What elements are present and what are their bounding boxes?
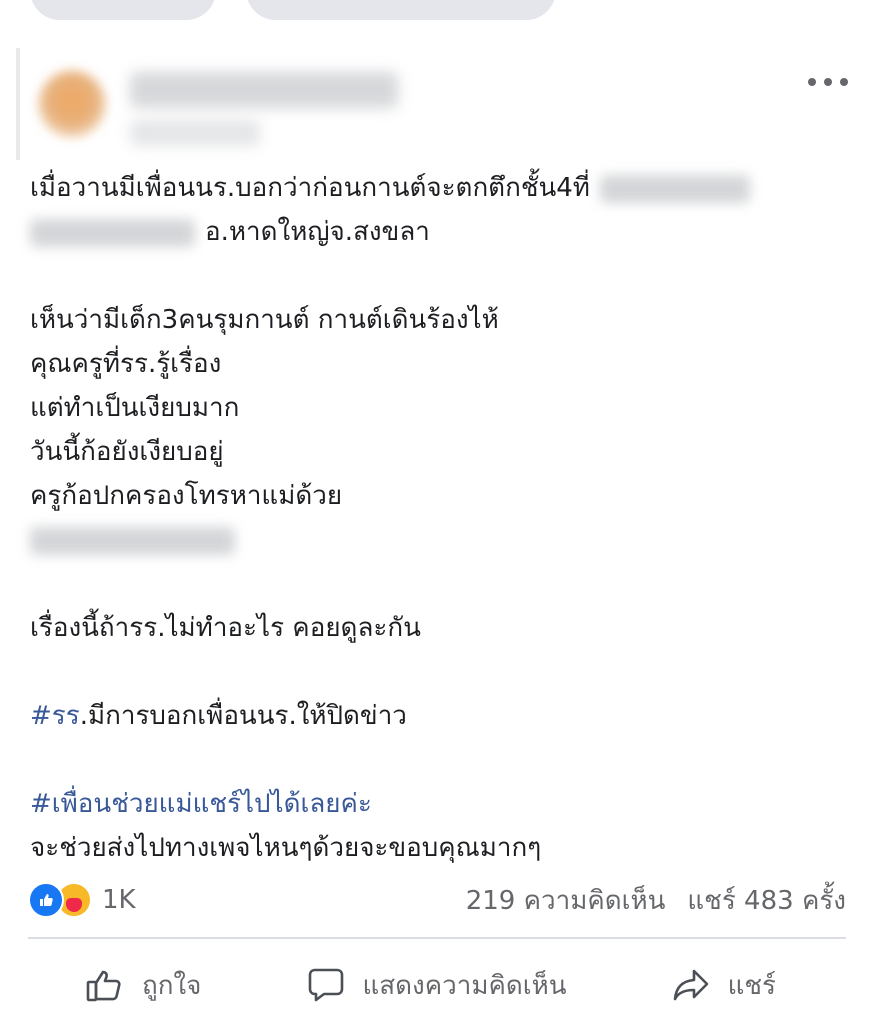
post-text: เมื่อวานมีเพื่อนนร.บอกว่าก่อนกานต์จะตกตึ… bbox=[30, 166, 850, 870]
action-bar: ถูกใจ แสดงความคิดเห็น แชร์ bbox=[28, 955, 846, 1015]
post-line: เรื่องนี้ถ้ารร.ไม่ทำอะไร คอยดูละกัน bbox=[30, 613, 421, 643]
like-label: ถูกใจ bbox=[142, 970, 202, 1001]
comment-label: แสดงความคิดเห็น bbox=[362, 970, 567, 1001]
post-line: แต่ทำเป็นเงียบมาก bbox=[30, 393, 240, 423]
like-button[interactable]: ถูกใจ bbox=[28, 965, 241, 1006]
post-line: เห็นว่ามีเด็ก3คนรุมกานต์ กานต์เดินร้องไห… bbox=[30, 305, 499, 335]
share-count[interactable]: แชร์ 483 ครั้ง bbox=[687, 880, 846, 921]
post-line: จะช่วยส่งไปทางเพจไหนๆด้วยจะขอบคุณมากๆ bbox=[30, 833, 542, 863]
post-line: #รร.มีการบอกเพื่อนนร.ให้ปิดข่าว bbox=[30, 701, 407, 731]
share-label: แชร์ bbox=[727, 970, 776, 1001]
share-arrow-icon bbox=[672, 967, 710, 1003]
redacted-text bbox=[599, 174, 750, 203]
hashtag-link[interactable]: #รร bbox=[30, 701, 80, 731]
post-stats: 1K 219 ความคิดเห็น แชร์ 483 ครั้ง bbox=[28, 880, 846, 920]
post-line: คุณครูที่รร.รู้เรื่อง bbox=[30, 349, 222, 379]
reaction-count: 1K bbox=[102, 885, 136, 915]
post-line: วันนี้ก้อยังเงียบอยู่ bbox=[30, 437, 224, 467]
top-pill-right[interactable] bbox=[246, 0, 556, 20]
redacted-text bbox=[30, 218, 195, 247]
header-rule bbox=[16, 48, 20, 160]
post-line bbox=[30, 518, 850, 562]
comment-bubble-icon bbox=[307, 967, 345, 1003]
avatar[interactable] bbox=[38, 70, 106, 138]
top-pill-left[interactable] bbox=[30, 0, 216, 20]
divider bbox=[28, 937, 846, 939]
post-meta-redacted bbox=[130, 120, 260, 146]
post-line: ครูก้อปกครองโทรหาแม่ด้วย bbox=[30, 481, 343, 511]
comment-button[interactable]: แสดงความคิดเห็น bbox=[267, 965, 607, 1006]
share-button[interactable]: แชร์ bbox=[632, 965, 846, 1006]
thumbs-up-icon bbox=[86, 967, 124, 1003]
hashtag-link[interactable]: #เพื่อนช่วยแม่แชร์ไปได้เลยค่ะ bbox=[30, 789, 372, 819]
post-line: เมื่อวานมีเพื่อนนร.บอกว่าก่อนกานต์จะตกตึ… bbox=[30, 166, 850, 210]
author-name-redacted[interactable] bbox=[130, 72, 398, 108]
reactions-summary[interactable]: 1K bbox=[28, 882, 136, 918]
redacted-text bbox=[30, 526, 235, 555]
more-options-icon[interactable] bbox=[808, 72, 848, 92]
post-line: อ.หาดใหญ่จ.สงขลา bbox=[30, 210, 850, 254]
like-reaction-icon bbox=[28, 882, 64, 918]
post-line: #เพื่อนช่วยแม่แชร์ไปได้เลยค่ะ bbox=[30, 782, 850, 826]
comment-count[interactable]: 219 ความคิดเห็น bbox=[466, 880, 666, 921]
